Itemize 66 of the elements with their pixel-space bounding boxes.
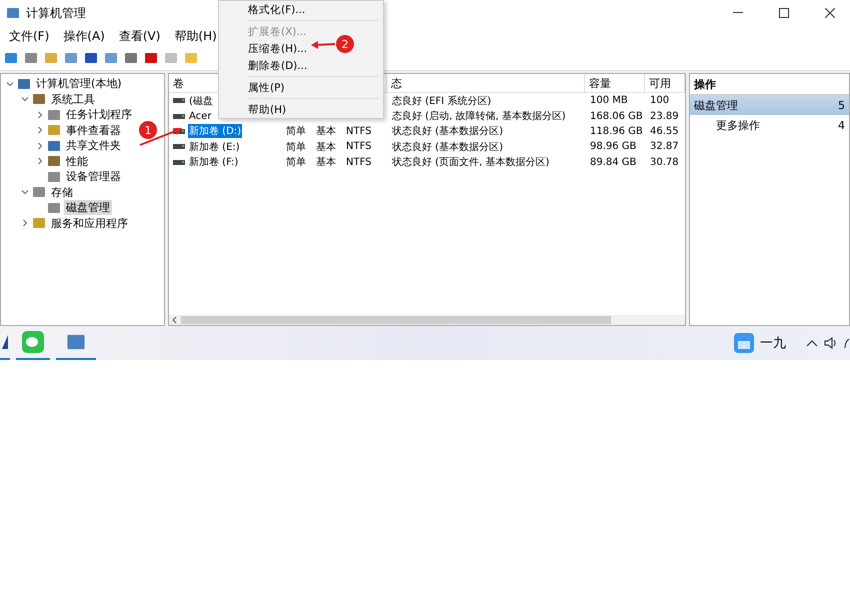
table-cell: 100: [649, 95, 670, 106]
column-header[interactable]: 态: [387, 74, 585, 92]
table-cell-text: 态良好 (EFI 系统分区): [391, 94, 492, 108]
context-menu-item[interactable]: 删除卷(D)...: [219, 57, 314, 74]
table-cell: NTFS: [345, 156, 373, 168]
table-cell: 89.84 GB: [589, 156, 638, 168]
tree-item[interactable]: 性能: [64, 154, 90, 169]
action-item[interactable]: 磁盘管理 5: [690, 95, 849, 115]
chevron-right-icon[interactable]: [20, 219, 28, 228]
table-cell: NTFS: [345, 126, 373, 137]
tree-item[interactable]: 存储: [49, 184, 75, 200]
tree-item[interactable]: 事件查看器: [64, 122, 123, 138]
table-cell: 168.06 GB: [589, 110, 644, 122]
volume-name[interactable]: (磁盘: [188, 94, 214, 108]
menu-item[interactable]: 文件(F): [2, 28, 56, 44]
speaker-icon[interactable]: [824, 337, 838, 349]
table-cell-text: 简单: [285, 124, 307, 138]
chevron-up-icon[interactable]: [806, 339, 818, 347]
table-cell-text: 简单: [285, 140, 307, 154]
close-icon: [825, 8, 835, 18]
tree-item[interactable]: 系统工具: [49, 92, 97, 107]
table-cell-text: 态良好 (启动, 故障转储, 基本数据分区): [391, 110, 567, 124]
menu-item[interactable]: 操作(A): [56, 28, 112, 44]
tree-item[interactable]: 设备管理器: [64, 169, 123, 184]
horizontal-scrollbar[interactable]: [169, 315, 685, 325]
table-cell: 118.96 GB: [589, 126, 644, 137]
tree-item[interactable]: 任务计划程序: [64, 107, 134, 122]
chevron-down-icon[interactable]: [20, 188, 28, 196]
table-cell: 100 MB: [589, 95, 629, 106]
table-cell-text: 状态良好 (基本数据分区): [391, 124, 504, 138]
menu-item[interactable]: 查看(V): [112, 28, 168, 44]
table-cell-text: 基本: [315, 140, 337, 154]
table-cell-text: 基本: [315, 156, 337, 170]
volume-name[interactable]: 新加卷 (F:): [188, 155, 240, 170]
table-cell-text: 状态良好 (基本数据分区): [391, 140, 504, 154]
table-cell: NTFS: [345, 141, 373, 152]
tree-item[interactable]: 计算机管理(本地): [34, 76, 124, 92]
context-menu-item[interactable]: 帮助(H): [219, 101, 292, 118]
maximize-icon: [779, 8, 789, 18]
tree-item[interactable]: 磁盘管理: [64, 200, 112, 216]
window-title: 计算机管理: [26, 4, 86, 22]
table-cell: 46.55: [649, 126, 680, 137]
volume-name[interactable]: 新加卷 (E:): [188, 140, 241, 154]
column-header[interactable]: 容量: [585, 74, 645, 92]
volume-name[interactable]: 新加卷 (D:): [188, 124, 242, 138]
context-menu-item[interactable]: 格式化(F)...: [219, 1, 312, 18]
volume-name[interactable]: Acer: [188, 110, 212, 122]
table-cell-text: 简单: [285, 156, 307, 170]
calendar-icon[interactable]: [734, 333, 754, 353]
tree-item[interactable]: 共享文件夹: [64, 138, 123, 154]
table-cell-text: 状态良好 (页面文件, 基本数据分区): [391, 156, 550, 170]
tree-item[interactable]: 服务和应用程序: [49, 216, 130, 231]
context-menu-item[interactable]: 属性(P): [219, 79, 291, 96]
annotation-arrow: [310, 40, 336, 50]
context-menu-item[interactable]: 压缩卷(H)...: [219, 40, 314, 57]
table-cell-text: 基本: [315, 124, 337, 138]
minimize-icon: [733, 12, 743, 14]
app-icon: [2, 335, 8, 349]
wifi-icon[interactable]: [844, 337, 850, 349]
chevron-left-icon[interactable]: [172, 316, 177, 324]
taskbar-clock[interactable]: 一九: [760, 334, 786, 352]
column-header[interactable]: 可用: [645, 74, 685, 92]
table-cell: 23.89: [649, 110, 680, 122]
table-cell: 32.87: [649, 141, 680, 152]
table-cell: 30.78: [649, 156, 680, 168]
table-cell: 98.96 GB: [589, 141, 638, 152]
